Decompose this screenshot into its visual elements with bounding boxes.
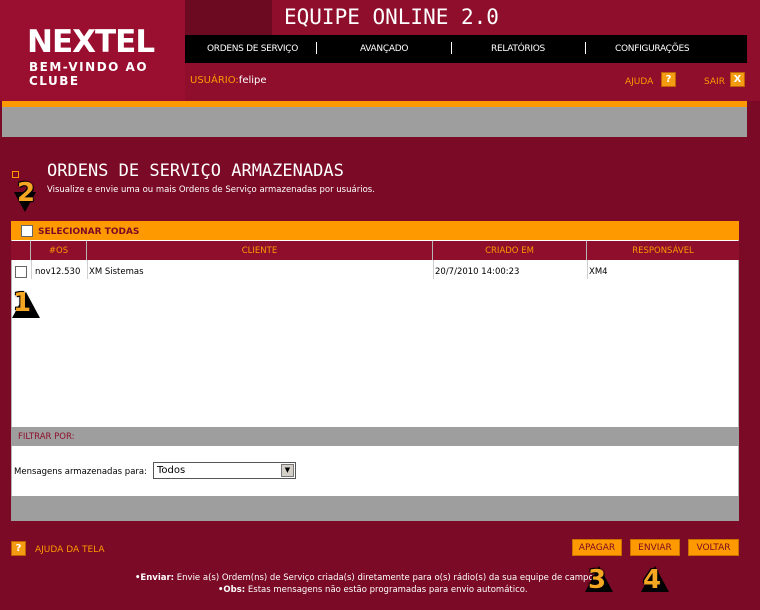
filter-label: Mensagens armazenadas para: [14, 467, 147, 477]
toolbar-strip [2, 107, 747, 137]
nav-item-configuracoes[interactable]: CONFIGURAÇÕES [615, 44, 690, 54]
chevron-down-icon[interactable]: ▼ [281, 464, 294, 477]
logo: NEXTEL BEM-VINDO AO CLUBE [0, 0, 185, 101]
title-bullet-icon [12, 171, 19, 178]
column-header-owner[interactable]: RESPONSÁVEL [587, 241, 739, 260]
send-note: •Enviar: Envie a(s) Ordem(ns) de Serviço… [135, 573, 594, 583]
send-button[interactable]: ENVIAR [630, 539, 680, 556]
close-icon[interactable]: X [730, 72, 745, 87]
column-header-client[interactable]: CLIENTE [87, 241, 433, 260]
nav-separator [451, 42, 452, 54]
filter-select[interactable]: Todos ▼ [153, 462, 296, 479]
nav-item-relatorios[interactable]: RELATÓRIOS [491, 44, 545, 54]
screen-help-link[interactable]: AJUDA DA TELA [35, 545, 105, 555]
row-checkbox[interactable] [15, 266, 27, 278]
title-strip [185, 0, 272, 35]
page-title: ORDENS DE SERVIÇO ARMAZENADAS [47, 161, 344, 181]
app-title: EQUIPE ONLINE 2.0 [284, 5, 499, 29]
obs-note: •Obs: Estas mensagens não estão programa… [218, 585, 528, 595]
marker-3: 3 [588, 565, 607, 595]
user-name: felipe [238, 75, 267, 86]
nav-item-avancado[interactable]: AVANÇADO [360, 44, 408, 54]
user-label: USUÁRIO: [190, 75, 239, 86]
main-nav: ORDENS DE SERVIÇO AVANÇADO RELATÓRIOS CO… [185, 35, 747, 63]
cell-client: XM Sistemas [89, 267, 144, 277]
column-divider [587, 260, 588, 279]
cell-owner: XM4 [589, 267, 608, 277]
cell-created: 20/7/2010 14:00:23 [435, 267, 520, 277]
help-icon[interactable]: ? [661, 72, 676, 87]
back-button[interactable]: VOLTAR [688, 539, 739, 556]
help-link[interactable]: AJUDA [625, 77, 653, 87]
column-header-check [11, 241, 31, 260]
cell-os: nov12.530 [35, 267, 81, 277]
help-icon[interactable]: ? [11, 541, 26, 556]
nav-separator [316, 42, 317, 54]
marker-2: 2 [17, 178, 36, 208]
filter-select-value: Todos [157, 465, 186, 476]
column-divider [87, 260, 88, 279]
panel-footer [11, 496, 739, 521]
filter-bar [11, 427, 739, 446]
filter-header: FILTRAR POR: [18, 432, 75, 442]
marker-1: 1 [13, 288, 32, 318]
nav-separator [585, 42, 586, 54]
user-info: USUÁRIO:felipe [190, 75, 267, 86]
column-divider [433, 260, 434, 279]
select-all-label[interactable]: SELECIONAR TODAS [38, 227, 139, 237]
column-divider [31, 260, 32, 279]
delete-button[interactable]: APAGAR [572, 539, 622, 556]
nav-item-ordens[interactable]: ORDENS DE SERVIÇO [207, 44, 298, 54]
select-all-checkbox[interactable] [21, 225, 33, 237]
column-header-created[interactable]: CRIADO EM [433, 241, 587, 260]
marker-4: 4 [643, 565, 662, 595]
obs-note-key: •Obs: [218, 585, 246, 595]
send-note-text: Envie a(s) Ordem(ns) de Serviço criada(s… [174, 573, 594, 583]
logo-text: NEXTEL [27, 24, 155, 60]
page-subtitle: Visualize e envie uma ou mais Ordens de … [47, 185, 375, 195]
logo-tagline: BEM-VINDO AO CLUBE [29, 60, 149, 88]
obs-note-text: Estas mensagens não estão programadas pa… [245, 585, 528, 595]
exit-link[interactable]: SAIR [704, 77, 725, 87]
send-note-key: •Enviar: [135, 573, 175, 583]
column-header-os[interactable]: #OS [31, 241, 87, 260]
